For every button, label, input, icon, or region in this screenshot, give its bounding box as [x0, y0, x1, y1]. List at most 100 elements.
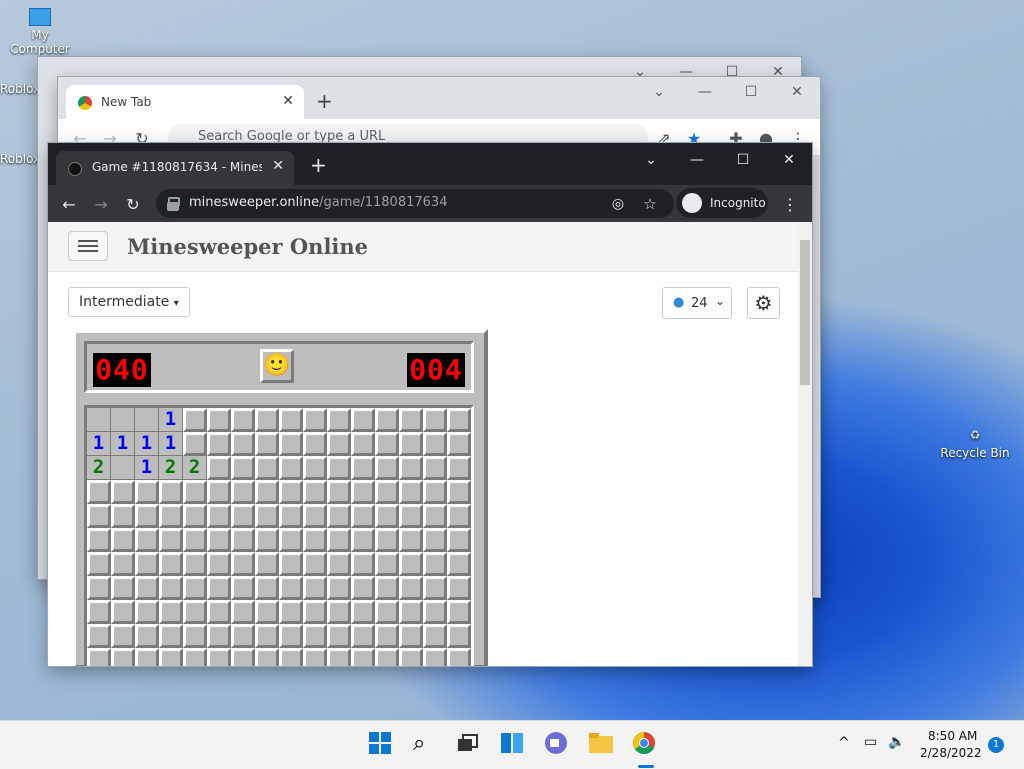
- desktop-icon-roblox-2[interactable]: Roblox: [0, 152, 40, 166]
- board-cell[interactable]: [375, 648, 399, 666]
- board-cell[interactable]: [279, 552, 303, 576]
- hamburger-menu-button[interactable]: [68, 231, 108, 261]
- board-cell[interactable]: 1: [159, 432, 183, 456]
- board-cell[interactable]: [303, 576, 327, 600]
- file-explorer-icon[interactable]: [588, 731, 616, 759]
- board-cell[interactable]: [303, 432, 327, 456]
- board-cell[interactable]: [255, 576, 279, 600]
- incognito-badge[interactable]: Incognito: [676, 188, 768, 218]
- board-cell[interactable]: [375, 624, 399, 648]
- close-tab-icon[interactable]: ✕: [282, 93, 294, 109]
- board-cell[interactable]: [231, 624, 255, 648]
- board-cell[interactable]: [303, 528, 327, 552]
- board-cell[interactable]: [183, 624, 207, 648]
- volume-icon[interactable]: 🔈: [888, 734, 905, 750]
- board-cell[interactable]: 1: [135, 456, 159, 480]
- board-cell[interactable]: [183, 576, 207, 600]
- board-cell[interactable]: [423, 504, 447, 528]
- board-cell[interactable]: 1: [111, 432, 135, 456]
- board-cell[interactable]: [399, 504, 423, 528]
- board-cell[interactable]: [327, 648, 351, 666]
- clock-date[interactable]: 2/28/2022: [920, 746, 982, 760]
- board-cell[interactable]: [327, 456, 351, 480]
- board-cell[interactable]: [255, 648, 279, 666]
- board-cell[interactable]: [351, 528, 375, 552]
- board-cell[interactable]: [111, 456, 135, 480]
- board-cell[interactable]: 1: [159, 408, 183, 432]
- reset-face-button[interactable]: 🙂: [260, 349, 294, 383]
- board-cell[interactable]: [87, 504, 111, 528]
- board-cell[interactable]: [87, 480, 111, 504]
- search-icon[interactable]: ⌕: [413, 731, 441, 759]
- board-cell[interactable]: [303, 456, 327, 480]
- board-cell[interactable]: [375, 576, 399, 600]
- board-cell[interactable]: [423, 480, 447, 504]
- board-cell[interactable]: [423, 624, 447, 648]
- board-cell[interactable]: [159, 600, 183, 624]
- board-cell[interactable]: [423, 600, 447, 624]
- tab-search-icon[interactable]: ⌄: [636, 77, 682, 107]
- board-cell[interactable]: [255, 504, 279, 528]
- board-cell[interactable]: [423, 456, 447, 480]
- board-cell[interactable]: [279, 504, 303, 528]
- board-cell[interactable]: [207, 600, 231, 624]
- board-cell[interactable]: [111, 576, 135, 600]
- board-cell[interactable]: [303, 552, 327, 576]
- board-cell[interactable]: 1: [87, 432, 111, 456]
- board-cell[interactable]: [399, 624, 423, 648]
- board-cell[interactable]: [327, 528, 351, 552]
- board-cell[interactable]: [111, 504, 135, 528]
- board-cell[interactable]: [303, 648, 327, 666]
- board-cell[interactable]: [447, 624, 471, 648]
- board-cell[interactable]: [135, 480, 159, 504]
- board-cell[interactable]: [399, 456, 423, 480]
- address-bar[interactable]: minesweeper.online/game/1180817634 ◎ ☆: [156, 189, 674, 218]
- board-cell[interactable]: [447, 528, 471, 552]
- desktop-icon-roblox-1[interactable]: Roblox: [0, 82, 40, 96]
- board-cell[interactable]: [279, 432, 303, 456]
- board-cell[interactable]: [87, 408, 111, 432]
- board-cell[interactable]: [327, 504, 351, 528]
- board-cell[interactable]: [327, 624, 351, 648]
- board-cell[interactable]: [447, 480, 471, 504]
- board-cell[interactable]: [279, 600, 303, 624]
- board-cell[interactable]: [135, 408, 159, 432]
- board-cell[interactable]: [207, 408, 231, 432]
- board-cell[interactable]: [135, 504, 159, 528]
- board-cell[interactable]: [447, 408, 471, 432]
- board-cell[interactable]: [327, 576, 351, 600]
- board-cell[interactable]: [231, 456, 255, 480]
- board-cell[interactable]: [111, 480, 135, 504]
- board-cell[interactable]: [231, 576, 255, 600]
- board-cell[interactable]: [327, 480, 351, 504]
- board-cell[interactable]: [159, 648, 183, 666]
- back-icon[interactable]: ←: [57, 192, 81, 216]
- board-cell[interactable]: [135, 648, 159, 666]
- board-cell[interactable]: [303, 624, 327, 648]
- board-cell[interactable]: [375, 504, 399, 528]
- board-cell[interactable]: [183, 480, 207, 504]
- start-windows-icon[interactable]: [368, 731, 396, 759]
- board-cell[interactable]: [375, 528, 399, 552]
- board-cell[interactable]: [231, 480, 255, 504]
- board-cell[interactable]: [375, 408, 399, 432]
- teams-chat-icon[interactable]: [544, 731, 572, 759]
- widgets-icon[interactable]: [500, 731, 528, 759]
- board-cell[interactable]: [279, 408, 303, 432]
- new-tab-button[interactable]: +: [316, 91, 333, 111]
- board-cell[interactable]: [111, 600, 135, 624]
- forward-icon[interactable]: →: [89, 192, 113, 216]
- board-cell[interactable]: [135, 552, 159, 576]
- board-cell[interactable]: [255, 600, 279, 624]
- desktop-icon-recycle-bin[interactable]: ♻ Recycle Bin: [940, 428, 1010, 460]
- board-cell[interactable]: [447, 504, 471, 528]
- board-cell[interactable]: [279, 528, 303, 552]
- board-cell[interactable]: [183, 504, 207, 528]
- board-cell[interactable]: [447, 432, 471, 456]
- new-tab-button[interactable]: +: [310, 153, 327, 177]
- board-cell[interactable]: [231, 648, 255, 666]
- clock-time[interactable]: 8:50 AM: [928, 729, 977, 743]
- tab-new-tab[interactable]: New Tab ✕: [66, 85, 304, 119]
- board-cell[interactable]: [255, 624, 279, 648]
- board-cell[interactable]: [423, 528, 447, 552]
